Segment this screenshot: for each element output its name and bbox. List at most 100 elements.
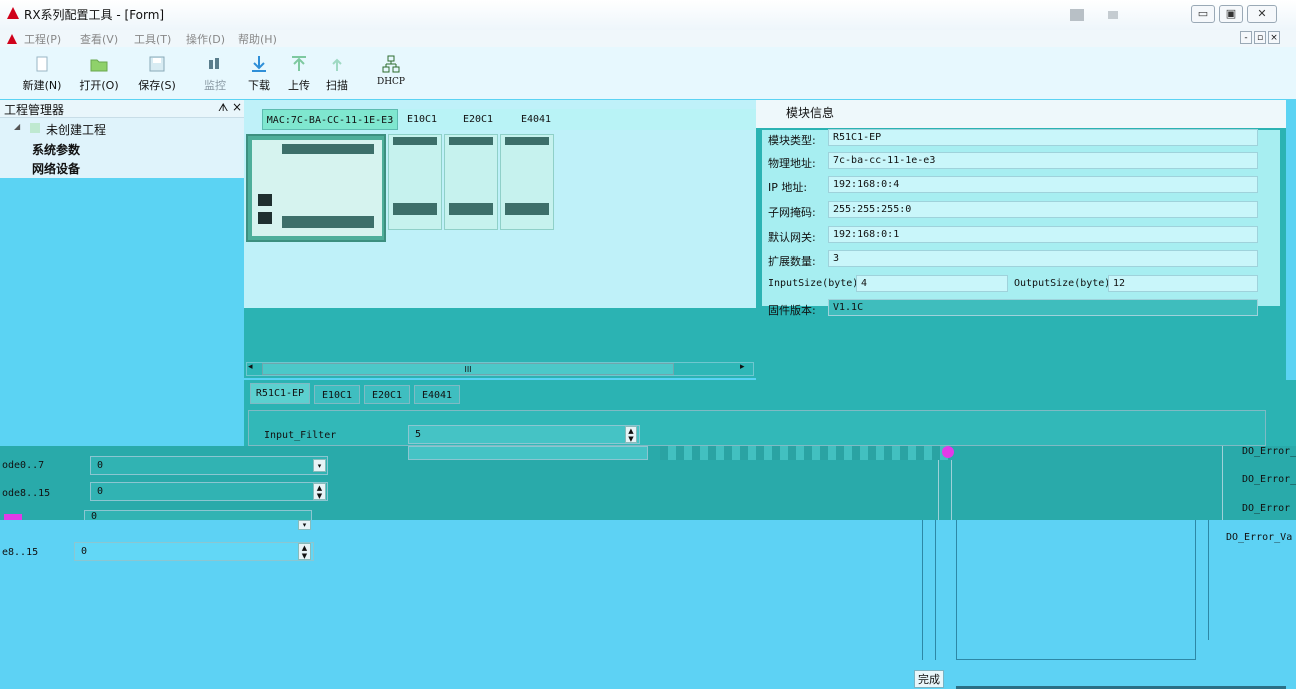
gateway-field[interactable]: 192:168:0:1 xyxy=(828,226,1258,243)
monitor-button[interactable]: 监控 xyxy=(200,55,230,95)
menu-view[interactable]: 查看(V) xyxy=(80,31,118,47)
scroll-right-icon[interactable]: ▸ xyxy=(740,362,745,372)
param-field[interactable] xyxy=(408,446,648,460)
param-label: ode0..7 xyxy=(2,460,45,471)
terminal-block xyxy=(505,203,549,215)
terminal-block xyxy=(505,137,549,145)
menu-project[interactable]: 工程(P) xyxy=(24,31,61,47)
subnet-mask-field[interactable]: 255:255:255:0 xyxy=(828,201,1258,218)
spinner-icon[interactable]: ▲ ▼ xyxy=(625,426,637,443)
params-frame xyxy=(248,410,1266,446)
app-logo-icon xyxy=(7,34,17,44)
expansion-count-field: 3 xyxy=(828,250,1258,267)
column-divider xyxy=(922,520,936,660)
do-error-label: DO_Error_ xyxy=(1242,474,1296,485)
tab-e20c1[interactable]: E20C1 xyxy=(364,385,410,404)
module-tab-e20c1[interactable]: E20C1 xyxy=(458,109,498,130)
network-icon xyxy=(382,55,400,73)
tab-r51c1-ep[interactable]: R51C1-EP xyxy=(250,383,310,404)
do-error-label: DO_Error xyxy=(1242,503,1291,514)
spinner-icon[interactable]: ▲ ▼ xyxy=(313,483,326,500)
terminal-block xyxy=(282,144,374,154)
module-tab-cpu[interactable]: MAC:7C-BA-CC-11-1E-E3 xyxy=(262,109,398,130)
open-label: 打开(O) xyxy=(79,79,119,92)
upload-button[interactable]: 上传 xyxy=(284,55,314,95)
column-divider xyxy=(938,460,952,520)
upload-icon xyxy=(292,56,306,71)
scan-icon xyxy=(332,58,342,71)
panel-close-icon[interactable]: × xyxy=(232,100,242,114)
taskbar-icon xyxy=(1070,9,1084,21)
terminal-block xyxy=(449,137,493,145)
e4041-module-image[interactable] xyxy=(500,134,554,230)
mdi-close-button[interactable]: × xyxy=(1268,31,1280,44)
module-type-field: R51C1-EP xyxy=(828,129,1258,146)
input-size-label: InputSize(byte) xyxy=(768,278,859,289)
dropdown-icon[interactable]: ▾ xyxy=(298,520,311,530)
firmware-field: V1.1C xyxy=(828,299,1258,316)
save-button[interactable]: 保存(S) xyxy=(134,55,180,95)
dhcp-button[interactable]: DHCP xyxy=(376,55,406,95)
new-label: 新建(N) xyxy=(22,79,62,92)
param-field[interactable]: 0 xyxy=(74,542,314,561)
dhcp-label: DHCP xyxy=(376,77,405,87)
tree-item-project[interactable]: 未创建工程 xyxy=(46,121,106,138)
grid-header-strip xyxy=(660,446,950,460)
firmware-label: 固件版本: xyxy=(768,304,816,317)
menu-operations[interactable]: 操作(D) xyxy=(186,31,225,47)
taskbar-icon xyxy=(1108,11,1118,19)
maximize-button[interactable]: ▣ xyxy=(1219,5,1243,23)
window-title: RX系列配置工具 - [Form] xyxy=(24,8,165,22)
open-button[interactable]: 打开(O) xyxy=(76,55,122,95)
monitor-label: 监控 xyxy=(204,79,226,92)
project-icon xyxy=(30,123,40,133)
gateway-label: 默认网关: xyxy=(768,231,816,244)
param-label: e8..15 xyxy=(2,547,39,558)
menu-help[interactable]: 帮助(H) xyxy=(238,31,277,47)
scan-button[interactable]: 扫描 xyxy=(322,55,352,95)
param-field[interactable]: 0 xyxy=(90,482,328,501)
finish-button[interactable]: 完成 xyxy=(914,670,944,688)
input-filter-label: Input_Filter xyxy=(264,430,337,441)
pin-icon[interactable]: ᗑ xyxy=(218,101,228,115)
grid-panel xyxy=(956,520,1196,660)
terminal-block xyxy=(282,216,374,228)
mdi-restore-button[interactable]: ▫ xyxy=(1254,31,1266,44)
spinner-icon[interactable]: ▲ ▼ xyxy=(298,543,311,560)
module-info-header xyxy=(756,100,1286,128)
expansion-count-label: 扩展数量: xyxy=(768,255,816,268)
mdi-minimize-button[interactable]: - xyxy=(1240,31,1252,44)
input-size-field: 4 xyxy=(856,275,1008,292)
project-manager-title: 工程管理器 xyxy=(4,103,65,117)
minimize-button[interactable]: ▭ xyxy=(1191,5,1215,23)
param-field[interactable]: 0 xyxy=(90,456,328,475)
save-icon xyxy=(149,56,165,72)
e20c1-module-image[interactable] xyxy=(444,134,498,230)
dropdown-icon[interactable]: ▾ xyxy=(313,459,326,472)
new-file-icon xyxy=(36,56,48,72)
ethernet-port xyxy=(258,212,272,224)
module-tab-e4041[interactable]: E4041 xyxy=(516,109,556,130)
scroll-left-icon[interactable]: ◂ xyxy=(248,362,253,372)
scrollbar-thumb[interactable]: III xyxy=(262,363,674,375)
tree-expand-icon[interactable]: ◢ xyxy=(14,122,20,131)
input-filter-field[interactable]: 5 xyxy=(408,425,640,444)
cpu-module-image[interactable] xyxy=(246,134,386,242)
tab-e10c1[interactable]: E10C1 xyxy=(314,385,360,404)
menu-tools[interactable]: 工具(T) xyxy=(134,31,171,47)
close-button[interactable]: ✕ xyxy=(1247,5,1277,23)
module-tab-e10c1[interactable]: E10C1 xyxy=(402,109,442,130)
do-error-label: DO_Error_Va xyxy=(1226,532,1293,543)
ip-address-field[interactable]: 192:168:0:4 xyxy=(828,176,1258,193)
e10c1-module-image[interactable] xyxy=(388,134,442,230)
tree-item-system-params[interactable]: 系统参数 xyxy=(32,141,80,158)
terminal-block xyxy=(393,137,437,145)
tree-item-network-devices[interactable]: 网络设备 xyxy=(32,160,80,177)
module-type-label: 模块类型: xyxy=(768,134,816,147)
download-button[interactable]: 下载 xyxy=(244,55,274,95)
toolbar xyxy=(0,47,1296,99)
tab-e4041[interactable]: E4041 xyxy=(414,385,460,404)
new-button[interactable]: 新建(N) xyxy=(20,55,64,95)
scan-label: 扫描 xyxy=(326,79,348,92)
status-marker-icon xyxy=(942,446,954,458)
